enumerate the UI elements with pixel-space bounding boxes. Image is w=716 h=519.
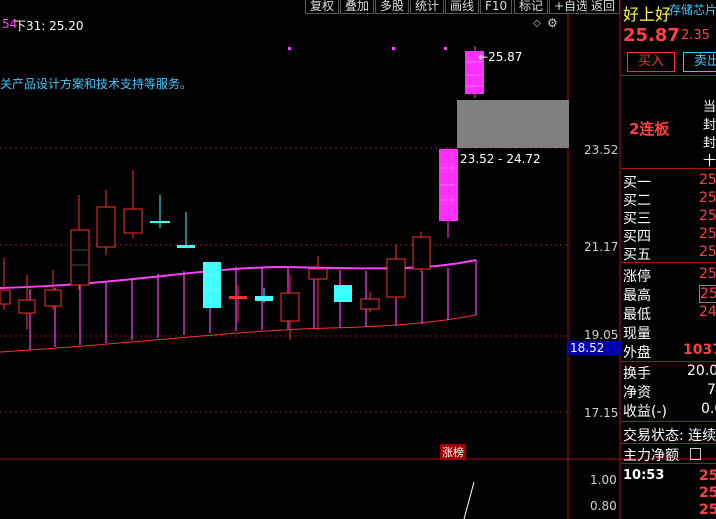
expand-icon[interactable] bbox=[690, 448, 701, 460]
main-net-label: 主力净额 bbox=[623, 448, 679, 464]
stock-name: 好上好 bbox=[623, 5, 672, 24]
stat-value: 25 bbox=[699, 266, 716, 282]
high-price-label: ←25.87 bbox=[478, 50, 523, 64]
range-box bbox=[457, 100, 569, 148]
stat2-label: 收益(-) bbox=[623, 404, 667, 420]
outer-volume: 1037 bbox=[683, 342, 716, 358]
sell-button[interactable]: 卖出 bbox=[683, 52, 716, 72]
sub-axis-label: 1.00 bbox=[590, 473, 617, 487]
buy-button[interactable]: 买入 bbox=[627, 52, 675, 72]
stat-label: 最低 bbox=[623, 307, 651, 323]
tick-time: 10:53 bbox=[623, 468, 665, 483]
stat-value: 25 bbox=[699, 285, 716, 303]
price-change: 2.35 bbox=[681, 28, 710, 43]
side-char: 封 bbox=[703, 136, 716, 151]
tick-value: 25 bbox=[699, 468, 716, 484]
order-label: 买二 bbox=[623, 193, 651, 209]
stat-label: 涨停 bbox=[623, 269, 651, 285]
zhang-bang-tag[interactable]: 涨榜 bbox=[440, 444, 466, 460]
order-label: 买一 bbox=[623, 175, 651, 191]
lianban-label: 2连板 bbox=[629, 120, 670, 138]
stat2-label: 换手 bbox=[623, 366, 651, 382]
sub-axis-label: 0.80 bbox=[590, 499, 617, 513]
candles bbox=[0, 46, 484, 340]
stat2-label: 净资 bbox=[623, 385, 651, 401]
tick-value: 25 bbox=[699, 485, 716, 501]
current-price-tag: 18.52 bbox=[568, 341, 621, 355]
order-label: 买五 bbox=[623, 247, 651, 263]
price-axis-label: 19.05 bbox=[584, 328, 619, 342]
chart-svg bbox=[0, 0, 716, 519]
order-value: 25 bbox=[699, 190, 716, 206]
stat2-value: 7 bbox=[707, 382, 716, 398]
stat2-value: 20.0 bbox=[687, 363, 716, 379]
order-value: 25 bbox=[699, 226, 716, 242]
order-label: 买三 bbox=[623, 211, 651, 227]
stat-label: 外盘 bbox=[623, 345, 651, 361]
price-axis-label: 21.17 bbox=[584, 240, 619, 254]
side-char: 十 bbox=[703, 154, 716, 169]
order-value: 25 bbox=[699, 208, 716, 224]
tick-value: 25 bbox=[699, 502, 716, 518]
sub-indicator-line bbox=[463, 481, 475, 519]
range-label: 23.52 - 24.72 bbox=[460, 152, 541, 166]
stat-label: 现量 bbox=[623, 326, 651, 342]
price-axis-label: 23.52 bbox=[584, 143, 619, 157]
concept-scroll-text: 存储芯片 bbox=[669, 3, 716, 17]
signal-dots bbox=[288, 47, 447, 50]
order-value: 25 bbox=[699, 172, 716, 188]
stat-label: 最高 bbox=[623, 288, 651, 304]
order-value: 25 bbox=[699, 244, 716, 260]
side-char: 封 bbox=[703, 118, 716, 133]
order-label: 买四 bbox=[623, 229, 651, 245]
side-char: 当 bbox=[703, 100, 716, 115]
right-panel: 好上好 存储芯片 25.87 2.35 买入 卖出 2连板 当 封 封 十 买一… bbox=[621, 0, 716, 519]
price-axis-label: 17.15 bbox=[584, 406, 619, 420]
stat2-value: 0.0 bbox=[701, 401, 716, 417]
current-price: 25.87 bbox=[623, 25, 680, 46]
trade-status: 交易状态: 连续 bbox=[623, 428, 716, 444]
stat-value: 24 bbox=[699, 304, 716, 320]
